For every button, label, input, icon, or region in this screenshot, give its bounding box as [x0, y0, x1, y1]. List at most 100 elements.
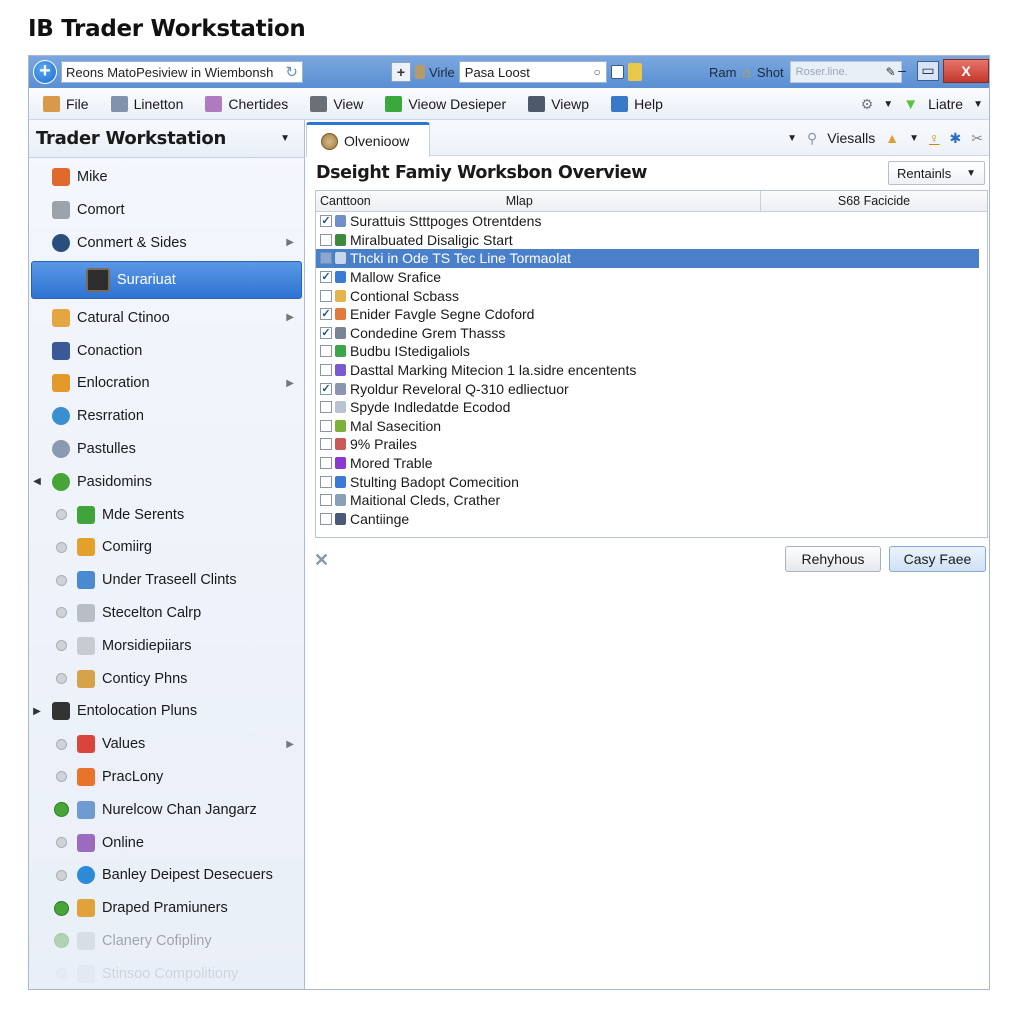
sidebar-item-surariuat[interactable]: Surariuat	[31, 261, 302, 300]
sidebar-item-conmert-sides[interactable]: Conmert & Sides ▶	[29, 227, 304, 260]
collapse-arrow-icon[interactable]: ◀	[30, 476, 44, 487]
tab-overview[interactable]: Olvenioow	[306, 122, 430, 157]
sidebar-item-comiirg[interactable]: Comiirg	[29, 531, 304, 564]
new-tab-icon[interactable]: +	[33, 60, 57, 84]
sidebar-item-resrration[interactable]: Resrration	[29, 400, 304, 433]
sidebar-item-morsidiepiiars[interactable]: Morsidiepiiars	[29, 629, 304, 662]
checkbox-unchecked[interactable]	[320, 233, 332, 246]
pin-icon[interactable]: ♀	[929, 130, 940, 146]
calendar-icon[interactable]	[610, 65, 624, 79]
checkbox-unchecked[interactable]	[320, 252, 332, 265]
table-row[interactable]: 9% Prailes	[316, 435, 987, 454]
checkbox-unchecked[interactable]	[320, 364, 332, 377]
table-row[interactable]: Maitional Cleds, Crather	[316, 491, 987, 510]
checkbox-checked[interactable]: ✓	[320, 326, 332, 339]
cut-icon[interactable]: ✂	[971, 130, 983, 147]
menu-vieow-desieper[interactable]: Vieow Desieper	[385, 95, 506, 112]
table-row[interactable]: Cantiinge	[316, 510, 987, 529]
column-header[interactable]: Mlap	[506, 194, 533, 208]
menu-view[interactable]: View	[310, 95, 363, 112]
search-icon[interactable]: ⚲	[807, 130, 817, 147]
warning-icon[interactable]: ▲	[885, 130, 899, 146]
network-icon[interactable]: ✱	[950, 130, 962, 147]
chevron-down-icon[interactable]: ▼	[883, 99, 893, 110]
column-header[interactable]: Canttoon	[320, 194, 371, 208]
address-field[interactable]: Reons MatoPesiview in Wiembonsh ↻	[61, 61, 303, 83]
sidebar-item-enlocration[interactable]: Enlocration ▶	[29, 367, 304, 400]
chevron-down-icon[interactable]: ▼	[909, 133, 919, 144]
expand-arrow-icon[interactable]: ▶	[30, 706, 44, 717]
checkbox-unchecked[interactable]	[320, 457, 332, 470]
symbol-field[interactable]: Pasa Loost ○	[458, 61, 607, 83]
table-row[interactable]: Thcki in Ode TS Tec Line Tormaolat	[316, 249, 979, 268]
checkbox-unchecked[interactable]	[320, 438, 332, 451]
table-row[interactable]: Budbu IStedigaliols	[316, 342, 987, 361]
sidebar-item-conticy-phns[interactable]: Conticy Phns	[29, 662, 304, 695]
sidebar-item-under-traseell-clints[interactable]: Under Traseell Clints	[29, 564, 304, 597]
menu-viewp[interactable]: Viewp	[528, 95, 589, 112]
chevron-right-icon[interactable]: ▶	[286, 378, 294, 389]
secondary-button[interactable]: Rehyhous	[785, 546, 881, 572]
table-row[interactable]: Mored Trable	[316, 454, 987, 473]
refresh-icon[interactable]: ↻	[285, 63, 298, 81]
close-button[interactable]: X	[943, 59, 989, 83]
visuals-label[interactable]: Viesalls	[827, 130, 875, 146]
add-button[interactable]: +	[391, 62, 411, 82]
table-row[interactable]: Mal Sasecition	[316, 417, 987, 436]
column-header[interactable]: S68 Facicide	[838, 194, 910, 208]
shot-label[interactable]: Shot	[757, 65, 784, 80]
table-row[interactable]: Contional Scbass	[316, 286, 987, 305]
sidebar-item-mde-serents[interactable]: Mde Serents	[29, 498, 304, 531]
chevron-right-icon[interactable]: ▶	[286, 739, 294, 750]
settings-icon[interactable]: ⚙	[861, 96, 874, 113]
checkbox-checked[interactable]: ✓	[320, 215, 332, 228]
table-row[interactable]: Dasttal Marking Mitecion 1 la.sidre ence…	[316, 361, 987, 380]
menu-file[interactable]: File	[43, 95, 89, 112]
checkbox-unchecked[interactable]	[320, 401, 332, 414]
table-row[interactable]: ✓ Mallow Srafice	[316, 268, 987, 287]
checkbox-checked[interactable]: ✓	[320, 308, 332, 321]
sidebar-item-draped-pramiuners[interactable]: Draped Pramiuners	[29, 892, 304, 925]
sidebar-item-online[interactable]: Online	[29, 826, 304, 859]
checkbox-unchecked[interactable]	[320, 419, 332, 432]
export-icon[interactable]	[627, 63, 642, 81]
maximize-button[interactable]: ▭	[917, 61, 939, 81]
sidebar-item-stecelton-calrp[interactable]: Stecelton Calrp	[29, 597, 304, 630]
liatre-menu[interactable]: Liatre	[928, 96, 963, 112]
checkbox-unchecked[interactable]	[320, 512, 332, 525]
table-row[interactable]: ✓ Ryoldur Reveloral Q-310 edliectuor	[316, 379, 987, 398]
chevron-down-icon[interactable]: ▼	[280, 133, 290, 144]
table-row[interactable]: Miralbuated Disaligic Start	[316, 231, 987, 250]
checkbox-checked[interactable]: ✓	[320, 271, 332, 284]
checkbox-unchecked[interactable]	[320, 494, 332, 507]
sidebar-item-pasidomins[interactable]: ◀ Pasidomins	[29, 465, 304, 498]
checkbox-unchecked[interactable]	[320, 289, 332, 302]
sidebar-item-comort[interactable]: Comort	[29, 194, 304, 227]
sidebar-item-pastulles[interactable]: Pastulles	[29, 433, 304, 466]
checkbox-checked[interactable]: ✓	[320, 382, 332, 395]
rentals-dropdown[interactable]: Rentainls ▼	[888, 161, 985, 185]
menu-chertides[interactable]: Chertides	[205, 95, 288, 112]
minimize-button[interactable]: –	[891, 60, 913, 82]
sidebar-item-entolocation-pluns[interactable]: ▶ Entolocation Pluns	[29, 695, 304, 728]
chevron-down-icon[interactable]: ▼	[787, 133, 797, 144]
table-row[interactable]: ✓ Surattuis Stttpoges Otrentdens	[316, 212, 987, 231]
search-circle-icon[interactable]: ○	[594, 65, 601, 79]
menu-linetton[interactable]: Linetton	[110, 95, 183, 112]
sidebar-item-clanery-cofipliny[interactable]: Clanery Cofipliny	[29, 925, 304, 958]
chevron-right-icon[interactable]: ▶	[286, 312, 294, 323]
checkbox-unchecked[interactable]	[320, 475, 332, 488]
close-icon[interactable]: ✕	[314, 550, 329, 571]
checkbox-unchecked[interactable]	[320, 345, 332, 358]
quick-search-field[interactable]: Roser.line. ✎	[789, 61, 902, 83]
sidebar-item-catural-ctinoo[interactable]: Catural Ctinoo ▶	[29, 301, 304, 334]
chevron-down-icon[interactable]: ▼	[973, 99, 983, 110]
sidebar-item-values[interactable]: Values ▶	[29, 728, 304, 761]
table-row[interactable]: Stulting Badopt Comecition	[316, 472, 987, 491]
sidebar-item-banley-deipest-desecuers[interactable]: Banley Deipest Desecuers	[29, 859, 304, 892]
sidebar-item-stinsoo-compolitiony[interactable]: Stinsoo Compolitiony	[29, 957, 304, 989]
primary-button[interactable]: Casy Faee	[889, 546, 986, 572]
sidebar-item-praclony[interactable]: PracLony	[29, 761, 304, 794]
sidebar-item-conaction[interactable]: Conaction	[29, 334, 304, 367]
sidebar-item-mike[interactable]: Mike	[29, 161, 304, 194]
